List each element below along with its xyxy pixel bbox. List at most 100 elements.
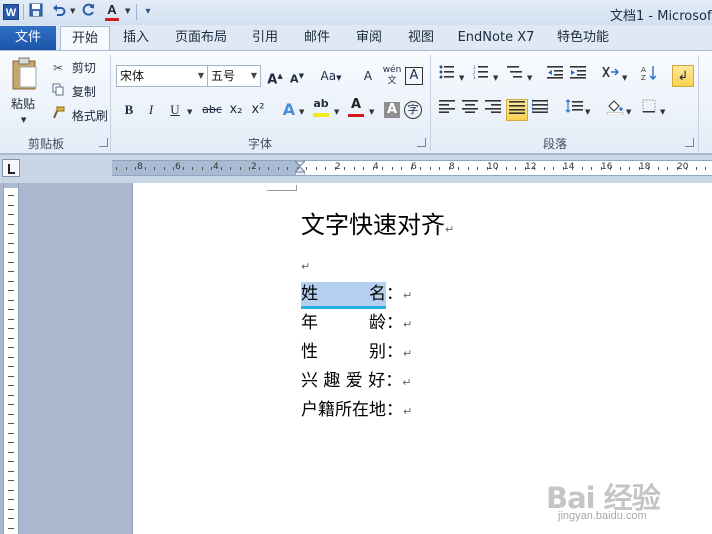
save-icon[interactable]: [27, 3, 45, 21]
ruler-tick: [620, 167, 621, 170]
grow-font-button[interactable]: A▲: [264, 65, 286, 87]
font-color-dropdown-icon[interactable]: ▼: [125, 7, 130, 15]
subscript-button[interactable]: x₂: [225, 99, 247, 121]
ribbon-tabs: 文件 开始 插入 页面布局 引用 邮件 审阅 视图 EndNote X7 特色功…: [0, 25, 712, 51]
paragraph-shading-dropdown-icon[interactable]: ▼: [626, 108, 631, 116]
character-shading-button[interactable]: A: [384, 102, 400, 118]
tab-references[interactable]: 引用: [244, 26, 286, 50]
phonetic-guide-button[interactable]: wén 文: [381, 65, 403, 87]
strikethrough-button[interactable]: abc: [199, 99, 225, 121]
tab-endnote[interactable]: EndNote X7: [452, 26, 540, 50]
tab-mailings[interactable]: 邮件: [296, 26, 338, 50]
ruler-tick: [430, 167, 431, 170]
tab-page-layout[interactable]: 页面布局: [168, 26, 234, 50]
bullets-button[interactable]: [436, 65, 458, 87]
vertical-ruler-tick: [8, 461, 14, 462]
undo-dropdown-icon[interactable]: ▼: [70, 7, 75, 15]
font-name-combo[interactable]: 宋体 ▼: [116, 65, 208, 87]
line-spacing-button[interactable]: [563, 99, 585, 121]
tab-home[interactable]: 开始: [60, 26, 110, 51]
tab-special-features[interactable]: 特色功能: [550, 26, 616, 50]
selected-text[interactable]: 姓 名: [301, 282, 386, 309]
numbering-button[interactable]: 123: [470, 65, 492, 87]
vertical-ruler-tick: [8, 366, 14, 367]
multilevel-list-button[interactable]: [504, 65, 526, 87]
form-line-birthplace[interactable]: 户籍所在地：↵: [301, 398, 412, 422]
decrease-indent-button[interactable]: [544, 65, 566, 87]
vertical-ruler[interactable]: [3, 183, 19, 534]
underline-dropdown-icon[interactable]: ▼: [187, 108, 192, 116]
form-line-age[interactable]: 年 龄：↵: [301, 311, 412, 335]
text-effects-dropdown-icon[interactable]: ▼: [299, 108, 304, 116]
highlight-button[interactable]: ab: [310, 97, 332, 119]
ruler-tick: [506, 167, 507, 170]
underline-icon: U: [170, 102, 180, 117]
ruler-tick: [696, 167, 697, 170]
clear-formatting-button[interactable]: A: [357, 65, 379, 87]
align-right-button[interactable]: [482, 99, 504, 121]
ruler-tick: [259, 167, 260, 170]
align-left-button[interactable]: [436, 99, 458, 121]
group-separator: [110, 55, 111, 151]
clipboard-launcher-icon[interactable]: [99, 138, 108, 147]
horizontal-ruler[interactable]: 8 6 4 2 2 4 6 8 10 12 14 16 18 20: [112, 160, 712, 176]
bold-button[interactable]: B: [118, 99, 140, 121]
ruler-tick: [487, 167, 488, 170]
show-hide-marks-button[interactable]: ↲: [672, 65, 694, 87]
line-spacing-dropdown-icon[interactable]: ▼: [585, 108, 590, 116]
increase-indent-button[interactable]: [567, 65, 589, 87]
text-effects-button[interactable]: A: [278, 99, 300, 121]
paste-button[interactable]: 粘贴 ▼: [8, 55, 42, 129]
cut-label: 剪切: [71, 61, 96, 75]
chinese-layout-button[interactable]: [599, 65, 621, 87]
shrink-font-button[interactable]: A▼: [286, 65, 308, 87]
paragraph-launcher-icon[interactable]: [685, 138, 694, 147]
font-color-button[interactable]: A: [345, 97, 367, 119]
superscript-button[interactable]: x²: [247, 99, 269, 121]
line-spacing-icon: [565, 99, 583, 113]
highlight-dropdown-icon[interactable]: ▼: [334, 108, 339, 116]
character-border-button[interactable]: A: [405, 67, 423, 85]
form-line-gender[interactable]: 性 别：↵: [301, 340, 412, 364]
borders-dropdown-icon[interactable]: ▼: [660, 108, 665, 116]
tab-file[interactable]: 文件: [0, 26, 56, 50]
bullets-dropdown-icon[interactable]: ▼: [459, 74, 464, 82]
sort-button[interactable]: AZ: [638, 65, 660, 87]
tab-selector-icon[interactable]: [2, 159, 20, 177]
vertical-ruler-tick: [8, 309, 14, 310]
format-painter-button[interactable]: 格式刷: [50, 105, 108, 127]
align-center-button[interactable]: [459, 99, 481, 121]
underline-button[interactable]: U: [164, 99, 186, 121]
word-app-icon[interactable]: W: [3, 4, 19, 20]
paragraph-shading-button[interactable]: [604, 99, 626, 121]
font-launcher-icon[interactable]: [417, 138, 426, 147]
enclose-characters-button[interactable]: 字: [404, 101, 422, 119]
form-line-name[interactable]: 姓 名：↵: [301, 282, 412, 309]
tab-insert[interactable]: 插入: [114, 26, 158, 50]
font-size-combo[interactable]: 五号 ▼: [207, 65, 261, 87]
form-line-hobby[interactable]: 兴 趣 爱 好：↵: [301, 369, 411, 393]
numbering-dropdown-icon[interactable]: ▼: [493, 74, 498, 82]
tab-review[interactable]: 审阅: [348, 26, 390, 50]
ruler-tick: [667, 167, 668, 170]
superscript-icon: x²: [251, 102, 265, 117]
multilevel-dropdown-icon[interactable]: ▼: [527, 74, 532, 82]
chinese-layout-dropdown-icon[interactable]: ▼: [622, 74, 627, 82]
tab-view[interactable]: 视图: [400, 26, 442, 50]
ruler-tick: [392, 167, 393, 170]
font-color-icon[interactable]: A: [103, 3, 121, 21]
change-case-button[interactable]: Aa▼: [318, 65, 344, 87]
customize-icon[interactable]: ▾: [139, 3, 157, 21]
font-color-dropdown-icon[interactable]: ▼: [369, 108, 374, 116]
italic-button[interactable]: I: [140, 99, 162, 121]
undo-icon[interactable]: [50, 3, 68, 21]
copy-button[interactable]: 复制: [50, 81, 96, 103]
redo-icon[interactable]: [80, 3, 98, 21]
distributed-button[interactable]: [529, 99, 551, 121]
indent-marker-icon[interactable]: [295, 161, 305, 176]
borders-button[interactable]: [638, 99, 660, 121]
phonetic-guide-icon: wén: [382, 65, 402, 75]
justify-button[interactable]: [506, 99, 528, 121]
ruler-tick: [629, 167, 630, 170]
cut-button[interactable]: ✂ 剪切: [50, 57, 96, 79]
